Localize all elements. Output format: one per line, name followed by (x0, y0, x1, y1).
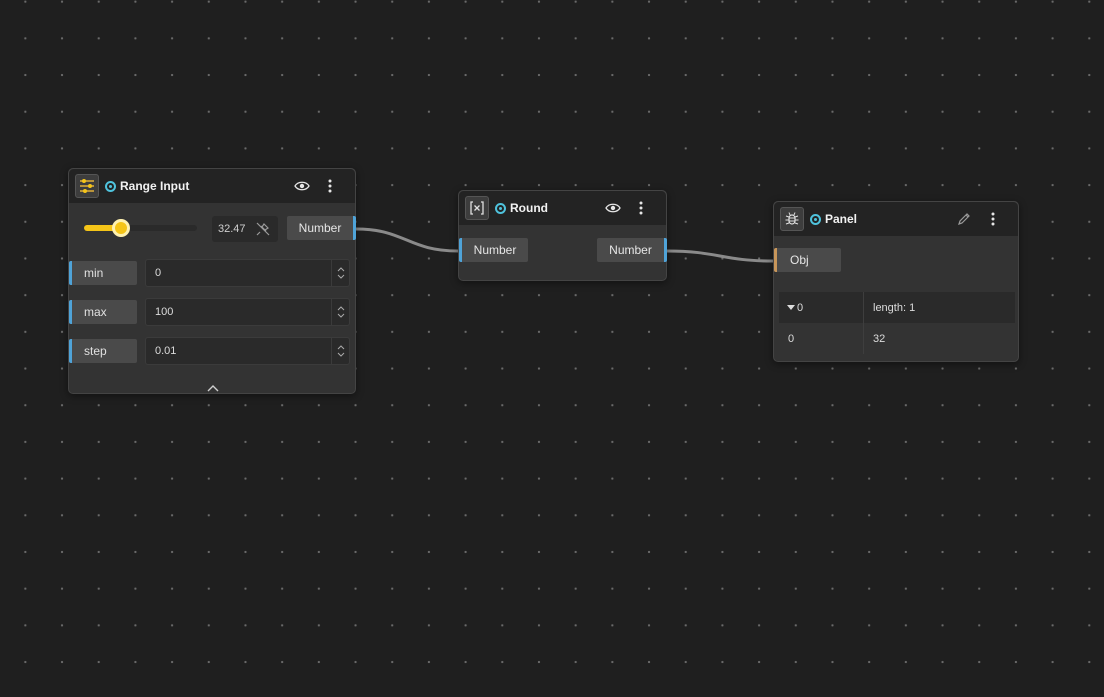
chevron-up-icon[interactable] (337, 345, 345, 350)
number-stepper[interactable] (331, 299, 349, 325)
slider-value-box[interactable]: 32.47 (212, 216, 278, 242)
range-input-node[interactable]: Range Input 32.47 Number min 0 max 100 s… (68, 168, 356, 394)
status-indicator (495, 202, 506, 214)
range-input-node-header[interactable]: Range Input (69, 169, 355, 203)
data-table: 0 length: 1 0 32 (779, 292, 1015, 354)
number-stepper[interactable] (331, 338, 349, 364)
caret-down-icon (787, 304, 795, 310)
port-label: Number (473, 243, 517, 257)
range-output-port[interactable]: Number (287, 216, 356, 240)
wire-range-to-round[interactable] (355, 227, 459, 253)
param-row-max: max 100 (69, 298, 357, 326)
round-output-port[interactable]: Number (597, 238, 667, 262)
sliders-icon (75, 174, 99, 198)
max-input[interactable]: 100 (145, 298, 350, 326)
eye-icon[interactable] (605, 200, 621, 216)
collapse-chevron-up-icon[interactable] (206, 379, 220, 392)
port-label: Number (609, 243, 652, 257)
number-stepper[interactable] (331, 260, 349, 286)
round-node[interactable]: Round Number Number (458, 190, 667, 281)
port-label: Number (298, 221, 342, 235)
bug-icon (780, 207, 804, 231)
table-value-text: 32 (873, 332, 886, 345)
node-title: Panel (825, 212, 858, 226)
status-indicator (810, 213, 821, 225)
slider-value: 32.47 (218, 223, 246, 235)
wire-round-to-panel[interactable] (666, 249, 774, 263)
param-label: min (69, 261, 137, 285)
step-input[interactable]: 0.01 (145, 337, 350, 365)
port-label: Obj (790, 253, 809, 267)
unpin-icon[interactable] (256, 222, 270, 241)
expand-toggle[interactable]: 0 (787, 292, 803, 323)
param-row-min: min 0 (69, 259, 357, 287)
table-value-text: length: 1 (873, 301, 916, 314)
table-row-key: 0 (788, 323, 794, 354)
chevron-down-icon[interactable] (337, 313, 345, 318)
panel-node[interactable]: Panel Obj 0 length: 1 0 32 (773, 201, 1019, 362)
round-input-port[interactable]: Number (459, 238, 528, 262)
table-row-value: 32 (873, 323, 885, 354)
input-value: 0.01 (155, 345, 177, 357)
node-title: Range Input (120, 179, 190, 193)
param-label: step (69, 339, 137, 363)
round-node-header[interactable]: Round (459, 191, 666, 225)
chevron-down-icon[interactable] (337, 352, 345, 357)
node-title: Round (510, 201, 548, 215)
table-key: 0 (788, 332, 795, 345)
more-options-icon[interactable] (985, 211, 1001, 227)
input-value: 100 (155, 306, 174, 318)
pencil-icon[interactable] (956, 211, 972, 227)
more-options-icon[interactable] (322, 178, 338, 194)
table-divider (863, 292, 864, 354)
panel-input-port[interactable]: Obj (774, 248, 841, 272)
min-input[interactable]: 0 (145, 259, 350, 287)
table-value: length: 1 (873, 292, 915, 323)
panel-node-header[interactable]: Panel (774, 202, 1018, 236)
variable-brackets-icon (465, 196, 489, 220)
chevron-up-icon[interactable] (337, 267, 345, 272)
param-label: max (69, 300, 137, 324)
status-indicator (105, 180, 116, 192)
input-value: 0 (155, 267, 162, 279)
table-key: 0 (797, 301, 804, 314)
eye-icon[interactable] (294, 178, 310, 194)
slider[interactable] (84, 219, 197, 237)
param-row-step: step 0.01 (69, 337, 357, 365)
slider-thumb[interactable] (112, 219, 130, 237)
chevron-up-icon[interactable] (337, 306, 345, 311)
more-options-icon[interactable] (633, 200, 649, 216)
chevron-down-icon[interactable] (337, 274, 345, 279)
